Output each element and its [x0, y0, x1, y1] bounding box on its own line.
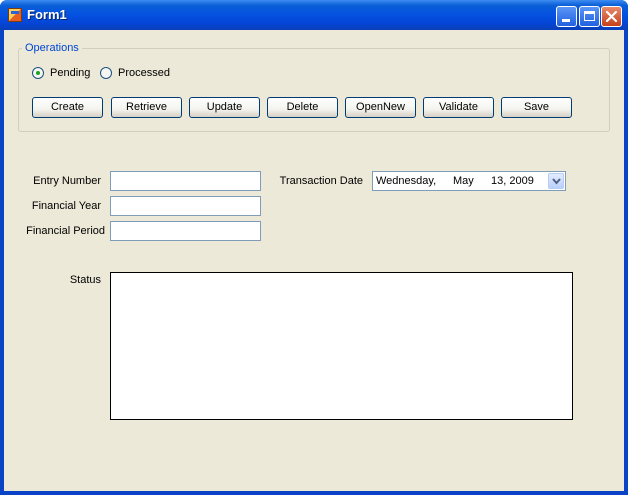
entry-number-label: Entry Number — [33, 175, 101, 187]
minimize-icon — [562, 19, 570, 22]
maximize-icon — [584, 11, 595, 21]
operations-groupbox — [18, 48, 610, 132]
date-day-year[interactable]: 13, 2009 — [491, 172, 534, 190]
financial-period-label: Financial Period — [26, 225, 105, 237]
validate-button[interactable]: Validate — [423, 97, 494, 118]
save-button[interactable]: Save — [501, 97, 572, 118]
opennew-button[interactable]: OpenNew — [345, 97, 416, 118]
delete-button[interactable]: Delete — [267, 97, 338, 118]
date-dropdown-button[interactable] — [548, 173, 564, 189]
chevron-down-icon — [552, 178, 561, 185]
status-textarea[interactable] — [110, 272, 573, 420]
application-window: Form1 Operations Pending Processed Creat… — [0, 0, 628, 495]
maximize-button[interactable] — [579, 6, 600, 27]
date-month[interactable]: May — [453, 172, 474, 190]
processed-radio-label: Processed — [118, 67, 170, 79]
financial-year-label: Financial Year — [31, 200, 101, 212]
status-label: Status — [69, 274, 101, 286]
create-button[interactable]: Create — [32, 97, 103, 118]
pending-radio[interactable]: Pending — [32, 66, 90, 80]
financial-year-field[interactable] — [110, 196, 261, 216]
window-title: Form1 — [27, 7, 67, 22]
form-client-area: Operations Pending Processed Create Retr… — [4, 30, 624, 491]
close-button[interactable] — [601, 6, 622, 27]
radio-unchecked-icon — [100, 67, 112, 79]
title-bar[interactable]: Form1 — [0, 0, 628, 30]
entry-number-field[interactable] — [110, 171, 261, 191]
minimize-button[interactable] — [556, 6, 577, 27]
close-icon — [605, 10, 618, 23]
financial-period-field[interactable] — [110, 221, 261, 241]
pending-radio-label: Pending — [50, 67, 91, 79]
transaction-date-picker[interactable]: Wednesday, May 13, 2009 — [372, 171, 566, 191]
transaction-date-label: Transaction Date — [279, 175, 363, 187]
update-button[interactable]: Update — [189, 97, 260, 118]
operations-legend: Operations — [22, 42, 82, 54]
date-weekday[interactable]: Wednesday, — [376, 172, 436, 190]
processed-radio[interactable]: Processed — [100, 66, 170, 80]
form-icon — [8, 8, 22, 22]
retrieve-button[interactable]: Retrieve — [111, 97, 182, 118]
radio-checked-icon — [32, 67, 44, 79]
